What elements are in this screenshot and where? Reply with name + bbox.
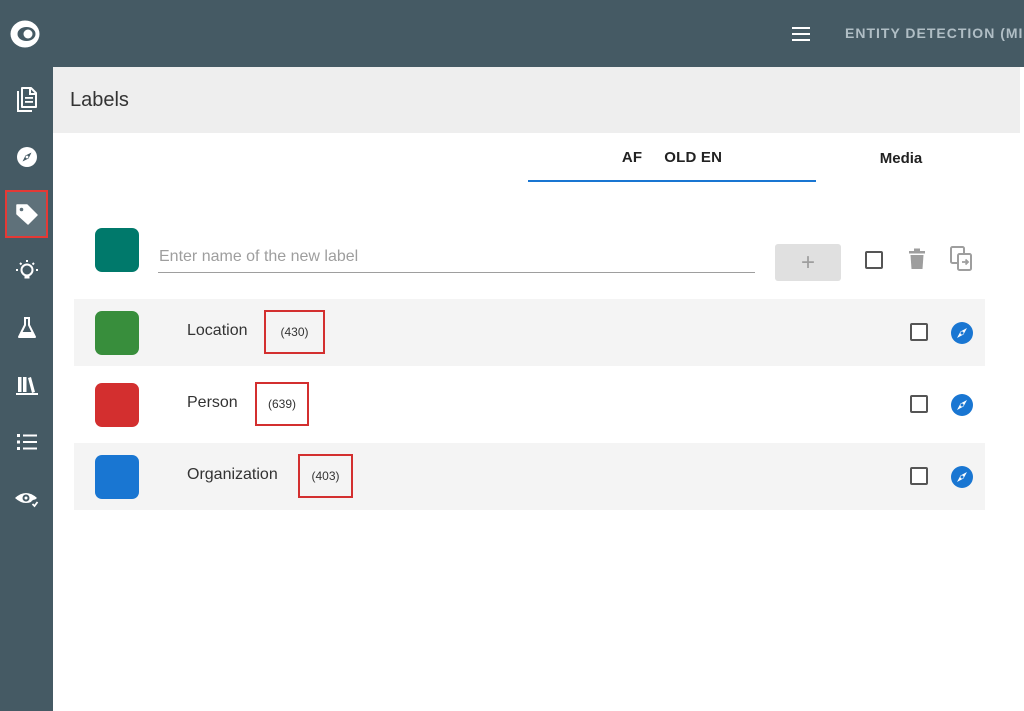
label-count: (430) xyxy=(264,310,325,354)
label-row-organization[interactable]: Organization (403) xyxy=(74,443,985,510)
compass-icon[interactable] xyxy=(950,393,974,417)
documents-icon[interactable] xyxy=(6,77,47,123)
label-checkbox[interactable] xyxy=(910,323,928,341)
eye-logo-icon[interactable] xyxy=(9,18,41,50)
tab-label-part-a: AF xyxy=(621,148,643,166)
flask-icon[interactable] xyxy=(6,305,47,351)
label-checkbox[interactable] xyxy=(910,467,928,485)
compass-icon[interactable] xyxy=(950,465,974,489)
page-title: Labels xyxy=(70,89,129,111)
label-count: (639) xyxy=(255,382,309,426)
tab-label-part-b: OLD EN xyxy=(664,148,723,166)
compass-icon[interactable] xyxy=(6,134,47,180)
app-root: ENTITY DETECTION (MI Labels AF OLD EN Me… xyxy=(0,0,1024,711)
select-all-checkbox[interactable] xyxy=(865,251,883,269)
label-color-swatch[interactable] xyxy=(95,455,139,499)
label-count: (403) xyxy=(298,454,353,498)
label-color-swatch[interactable] xyxy=(95,383,139,427)
copy-icon[interactable] xyxy=(948,244,976,274)
delete-icon[interactable] xyxy=(906,246,928,272)
eye-check-icon[interactable] xyxy=(6,476,47,522)
add-label-button[interactable]: + xyxy=(775,244,841,281)
label-row-location[interactable]: Location (430) xyxy=(74,299,985,366)
library-icon[interactable] xyxy=(6,362,47,408)
label-name: Person xyxy=(187,394,238,411)
app-title: ENTITY DETECTION (MI xyxy=(845,25,1024,41)
list-icon[interactable] xyxy=(6,419,47,465)
new-label-color-swatch[interactable] xyxy=(95,228,139,272)
label-checkbox[interactable] xyxy=(910,395,928,413)
lightbulb-icon[interactable] xyxy=(6,248,47,294)
label-row-person[interactable]: Person (639) xyxy=(74,371,985,438)
tab-media[interactable]: Media xyxy=(816,134,986,182)
hamburger-menu-icon[interactable] xyxy=(788,22,814,46)
top-bar: ENTITY DETECTION (MI xyxy=(0,0,1024,67)
tag-icon[interactable] xyxy=(5,190,48,238)
page-header: Labels xyxy=(53,67,1020,133)
compass-icon[interactable] xyxy=(950,321,974,345)
label-name: Organization xyxy=(187,466,278,483)
label-color-swatch[interactable] xyxy=(95,311,139,355)
label-name: Location xyxy=(187,322,248,339)
tab-labels[interactable]: AF OLD EN xyxy=(528,134,816,182)
side-rail xyxy=(0,67,53,711)
new-label-name-input[interactable] xyxy=(158,242,755,273)
